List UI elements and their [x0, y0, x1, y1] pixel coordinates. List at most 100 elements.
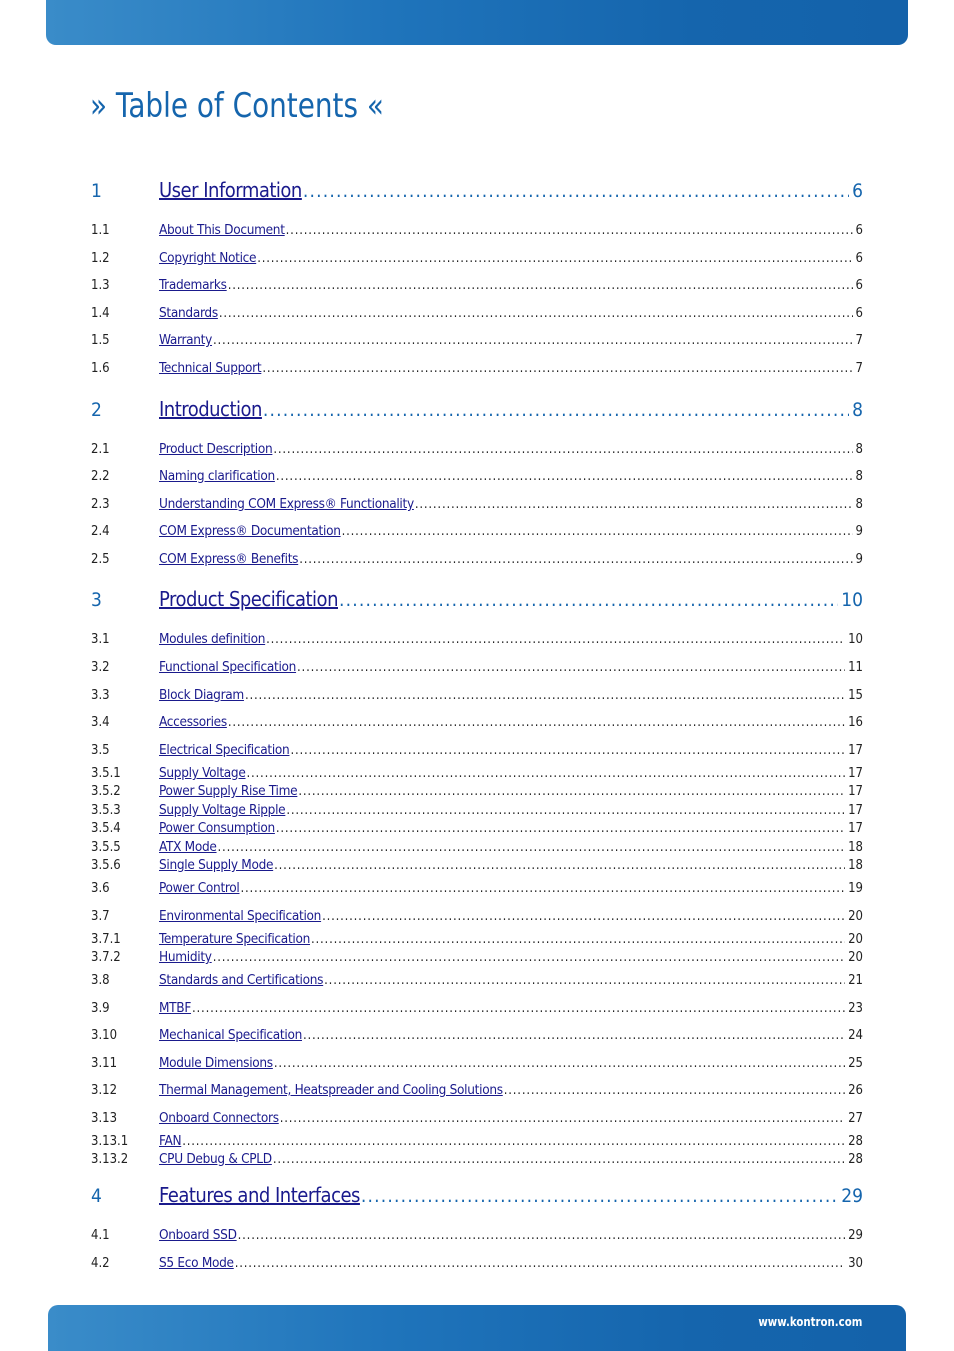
toc-link[interactable]: Copyright Notice	[159, 250, 257, 266]
toc-entry-row: 2.5 COM Express® Benefits 9	[91, 551, 863, 567]
toc-link[interactable]: Power Supply Rise Time	[159, 783, 298, 799]
toc-page-number[interactable]: 29	[846, 1228, 863, 1243]
toc-link[interactable]: Introduction	[159, 397, 262, 421]
toc-link[interactable]: Features and Interfaces	[159, 1183, 360, 1207]
toc-page-number[interactable]: 21	[846, 973, 863, 988]
toc-link[interactable]: COM Express® Documentation	[159, 523, 341, 539]
toc-link[interactable]: S5 Eco Mode	[159, 1255, 234, 1271]
toc-page-number[interactable]: 8	[854, 442, 863, 457]
toc-page-number[interactable]: 17	[846, 784, 863, 799]
toc-entry-row: 3.13.1 FAN 28	[91, 1133, 863, 1149]
toc-link[interactable]: CPU Debug & CPLD	[159, 1151, 272, 1167]
toc-link[interactable]: Temperature Specification	[159, 931, 310, 947]
toc-section-number: 2.3	[91, 497, 110, 512]
toc-page-number[interactable]: 7	[854, 361, 863, 376]
toc-chapter-row: 4 Features and Interfaces 29	[91, 1183, 863, 1207]
toc-link[interactable]: Functional Specification	[159, 659, 296, 675]
footer-url[interactable]: www.kontron.com	[758, 1315, 862, 1329]
toc-section-number: 3.11	[91, 1056, 118, 1071]
toc-section-number: 3.12	[91, 1083, 118, 1098]
toc-link[interactable]: Block Diagram	[159, 687, 244, 703]
toc-page-number[interactable]: 17	[846, 821, 863, 836]
toc-leader-dots	[280, 1111, 845, 1126]
toc-link[interactable]: About This Document	[159, 222, 285, 238]
toc-page-number[interactable]: 15	[846, 688, 863, 703]
toc-link[interactable]: Onboard Connectors	[159, 1110, 279, 1126]
toc-page-number[interactable]: 6	[854, 306, 863, 321]
toc-page-number[interactable]: 10	[839, 589, 863, 611]
toc-chapter-row: 1 User Information 6	[91, 178, 863, 202]
toc-leader-dots	[257, 251, 852, 266]
toc-link[interactable]: Modules definition	[159, 631, 265, 647]
toc-page-number[interactable]: 17	[846, 803, 863, 818]
toc-link[interactable]: Product Specification	[159, 587, 338, 611]
toc-entry-row: 3.13 Onboard Connectors 27	[91, 1110, 863, 1126]
toc-link[interactable]: Technical Support	[159, 360, 262, 376]
toc-page-number[interactable]: 29	[839, 1185, 863, 1207]
toc-link[interactable]: Onboard SSD	[159, 1227, 237, 1243]
toc-page-number[interactable]: 24	[846, 1028, 863, 1043]
toc-link[interactable]: Product Description	[159, 441, 273, 457]
toc-page-number[interactable]: 18	[846, 840, 863, 855]
toc-page-number[interactable]: 7	[854, 333, 863, 348]
toc-page-number[interactable]: 9	[854, 524, 863, 539]
toc-page-number[interactable]: 8	[854, 497, 863, 512]
toc-page-number[interactable]: 25	[846, 1056, 863, 1071]
toc-link[interactable]: Standards	[159, 305, 218, 321]
toc-link[interactable]: Single Supply Mode	[159, 857, 273, 873]
toc-page-number[interactable]: 8	[850, 399, 863, 421]
toc-page-number[interactable]: 26	[846, 1083, 863, 1098]
toc-page-number[interactable]: 19	[846, 881, 863, 896]
toc-page-number[interactable]: 9	[854, 552, 863, 567]
toc-link[interactable]: Humidity	[159, 949, 212, 965]
header-banner	[46, 0, 908, 45]
toc-link[interactable]: Trademarks	[159, 277, 227, 293]
toc-page-number[interactable]: 27	[846, 1111, 863, 1126]
toc-leader-dots	[415, 497, 853, 512]
toc-link[interactable]: Accessories	[159, 714, 227, 730]
toc-link[interactable]: Thermal Management, Heatspreader and Coo…	[159, 1082, 503, 1098]
toc-link[interactable]: Environmental Specification	[159, 908, 321, 924]
toc-link[interactable]: Supply Voltage Ripple	[159, 802, 286, 818]
toc-section-number: 3.7.1	[91, 932, 121, 947]
toc-entry-row: 3.11 Module Dimensions 25	[91, 1055, 863, 1071]
toc-page-number[interactable]: 8	[854, 469, 863, 484]
toc-link[interactable]: Standards and Certifications	[159, 972, 323, 988]
toc-section-number: 3.8	[91, 973, 110, 988]
toc-page-number[interactable]: 17	[846, 743, 863, 758]
toc-page-number[interactable]: 28	[846, 1152, 863, 1167]
toc-link[interactable]: Naming clarification	[159, 468, 275, 484]
toc-link[interactable]: ATX Mode	[159, 839, 217, 855]
toc-page-number[interactable]: 28	[846, 1134, 863, 1149]
toc-link[interactable]: Supply Voltage	[159, 765, 246, 781]
toc-page-number[interactable]: 6	[854, 278, 863, 293]
toc-link[interactable]: Power Consumption	[159, 820, 275, 836]
toc-link[interactable]: FAN	[159, 1133, 182, 1149]
toc-page-number[interactable]: 20	[846, 932, 863, 947]
toc-link[interactable]: MTBF	[159, 1000, 191, 1016]
toc-entry-row: 3.5 Electrical Specification 17	[91, 742, 863, 758]
toc-page-number[interactable]: 6	[854, 223, 863, 238]
toc-link[interactable]: Mechanical Specification	[159, 1027, 302, 1043]
toc-link[interactable]: Power Control	[159, 880, 240, 896]
toc-link[interactable]: COM Express® Benefits	[159, 551, 299, 567]
toc-page-number[interactable]: 10	[846, 632, 863, 647]
toc-page-number[interactable]: 20	[846, 950, 863, 965]
toc-page-number[interactable]: 17	[846, 766, 863, 781]
toc-page-number[interactable]: 11	[846, 660, 863, 675]
toc-section-number: 3	[91, 589, 102, 611]
toc-link[interactable]: User Information	[159, 178, 302, 202]
toc-link[interactable]: Understanding COM Express® Functionality	[159, 496, 414, 512]
toc-leader-dots	[238, 1228, 845, 1243]
toc-page-number[interactable]: 16	[846, 715, 863, 730]
toc-link[interactable]: Module Dimensions	[159, 1055, 273, 1071]
toc-page-number[interactable]: 6	[854, 251, 863, 266]
toc-leader-dots	[290, 743, 845, 758]
toc-page-number[interactable]: 23	[846, 1001, 863, 1016]
toc-link[interactable]: Warranty	[159, 332, 212, 348]
toc-page-number[interactable]: 18	[846, 858, 863, 873]
toc-page-number[interactable]: 20	[846, 909, 863, 924]
toc-page-number[interactable]: 6	[850, 180, 863, 202]
toc-link[interactable]: Electrical Specification	[159, 742, 290, 758]
toc-page-number[interactable]: 30	[846, 1256, 863, 1271]
